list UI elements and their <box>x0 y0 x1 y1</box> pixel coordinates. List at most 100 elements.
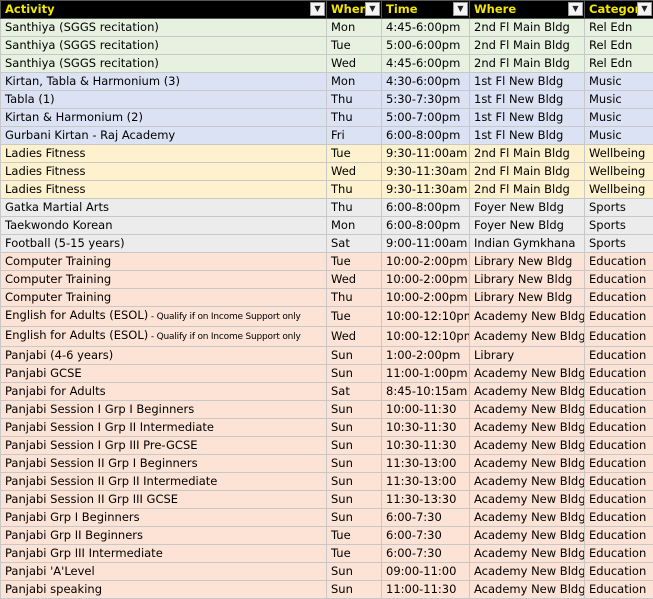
cell-time[interactable]: 10:00-12:10pm <box>382 307 470 327</box>
cell-category[interactable]: Education <box>585 437 653 455</box>
cell-activity[interactable]: Santhiya (SGGS recitation) <box>1 55 327 73</box>
cell-category[interactable]: Education <box>585 347 653 365</box>
cell-activity[interactable]: Taekwondo Korean <box>1 217 327 235</box>
cell-where[interactable]: Library New Bldg <box>470 271 585 289</box>
cell-activity[interactable]: Tabla (1) <box>1 91 327 109</box>
cell-category[interactable]: Education <box>585 271 653 289</box>
header-activity[interactable]: Activity▼ <box>1 1 327 19</box>
cell-category[interactable]: Music <box>585 73 653 91</box>
cell-activity[interactable]: Kirtan, Tabla & Harmonium (3) <box>1 73 327 91</box>
cell-when[interactable]: Sun <box>327 509 382 527</box>
cell-activity[interactable]: Panjabi (4-6 years) <box>1 347 327 365</box>
cell-when[interactable]: Sun <box>327 347 382 365</box>
cell-where[interactable]: 2nd Fl Main Bldg <box>470 37 585 55</box>
cell-activity[interactable]: Santhiya (SGGS recitation) <box>1 37 327 55</box>
cell-where[interactable]: 1st Fl New Bldg <box>470 73 585 91</box>
cell-category[interactable]: Education <box>585 473 653 491</box>
cell-when[interactable]: Fri <box>327 127 382 145</box>
cell-activity[interactable]: Panjabi Session II Grp I Beginners <box>1 455 327 473</box>
cell-category[interactable]: Music <box>585 109 653 127</box>
cell-where[interactable]: 2nd Fl Main Bldg <box>470 145 585 163</box>
cell-activity[interactable]: Santhiya (SGGS recitation) <box>1 19 327 37</box>
cell-where[interactable]: Academy New Bldg <box>470 527 585 545</box>
cell-where[interactable]: 2nd Fl Main Bldg <box>470 181 585 199</box>
header-when[interactable]: When▼ <box>327 1 382 19</box>
cell-where[interactable]: Academy New Bldg <box>470 419 585 437</box>
cell-time[interactable]: 5:00-7:00pm <box>382 109 470 127</box>
filter-dropdown-icon[interactable]: ▼ <box>637 2 652 16</box>
cell-time[interactable]: 6:00-7:30 <box>382 527 470 545</box>
filter-dropdown-icon[interactable]: ▼ <box>310 2 325 16</box>
cell-activity[interactable]: Panjabi 'A'Level <box>1 563 327 581</box>
cell-activity[interactable]: Panjabi Session I Grp II Intermediate <box>1 419 327 437</box>
cell-activity[interactable]: Panjabi Grp I Beginners <box>1 509 327 527</box>
cell-when[interactable]: Mon <box>327 73 382 91</box>
cell-category[interactable]: Sports <box>585 217 653 235</box>
cell-where[interactable]: 1st Fl New Bldg <box>470 109 585 127</box>
cell-category[interactable]: Rel Edn <box>585 55 653 73</box>
header-where[interactable]: Where▼ <box>470 1 585 19</box>
cell-time[interactable]: 9:30-11:00am <box>382 145 470 163</box>
cell-activity[interactable]: English for Adults (ESOL) - Qualify if o… <box>1 327 327 347</box>
cell-activity[interactable]: Ladies Fitness <box>1 163 327 181</box>
cell-category[interactable]: Education <box>585 581 653 599</box>
cell-time[interactable]: 09:00-11:00 <box>382 563 470 581</box>
filter-dropdown-icon[interactable]: ▼ <box>453 2 468 16</box>
cell-where[interactable]: Library <box>470 347 585 365</box>
cell-time[interactable]: 10:00-12:10pm <box>382 327 470 347</box>
cell-activity[interactable]: Panjabi Grp III Intermediate <box>1 545 327 563</box>
cell-when[interactable]: Mon <box>327 19 382 37</box>
cell-time[interactable]: 6:00-8:00pm <box>382 127 470 145</box>
cell-where[interactable]: Academy New Bldg <box>470 581 585 599</box>
cell-when[interactable]: Sun <box>327 419 382 437</box>
cell-category[interactable]: Music <box>585 91 653 109</box>
cell-where[interactable]: Foyer New Bldg <box>470 217 585 235</box>
cell-time[interactable]: 9:30-11:30am <box>382 163 470 181</box>
cell-when[interactable]: Sun <box>327 455 382 473</box>
cell-time[interactable]: 11:00-11:30 <box>382 581 470 599</box>
cell-activity[interactable]: Ladies Fitness <box>1 145 327 163</box>
cell-when[interactable]: Wed <box>327 271 382 289</box>
cell-when[interactable]: Sun <box>327 401 382 419</box>
cell-where[interactable]: Academy New Bldg <box>470 401 585 419</box>
cell-category[interactable]: Sports <box>585 235 653 253</box>
cell-when[interactable]: Thu <box>327 109 382 127</box>
header-category[interactable]: Category▼ <box>585 1 653 19</box>
cell-category[interactable]: Music <box>585 127 653 145</box>
cell-category[interactable]: Wellbeing <box>585 181 653 199</box>
cell-time[interactable]: 6:00-8:00pm <box>382 217 470 235</box>
cell-category[interactable]: Education <box>585 509 653 527</box>
cell-time[interactable]: 9:00-11:00am <box>382 235 470 253</box>
cell-when[interactable]: Tue <box>327 37 382 55</box>
cell-time[interactable]: 10:30-11:30 <box>382 437 470 455</box>
cell-time[interactable]: 6:00-7:30 <box>382 545 470 563</box>
cell-category[interactable]: Education <box>585 327 653 347</box>
cell-when[interactable]: Thu <box>327 91 382 109</box>
cell-category[interactable]: Sports <box>585 199 653 217</box>
cell-where[interactable]: Academy New Bldg <box>470 307 585 327</box>
cell-where[interactable]: Indian Gymkhana <box>470 235 585 253</box>
cell-when[interactable]: Tue <box>327 145 382 163</box>
cell-time[interactable]: 4:30-6:00pm <box>382 73 470 91</box>
cell-when[interactable]: Thu <box>327 289 382 307</box>
cell-activity[interactable]: Panjabi Session II Grp II Intermediate <box>1 473 327 491</box>
cell-activity[interactable]: Panjabi Grp II Beginners <box>1 527 327 545</box>
cell-where[interactable]: 1st Fl New Bldg <box>470 127 585 145</box>
cell-time[interactable]: 11:30-13:00 <box>382 455 470 473</box>
cell-category[interactable]: Education <box>585 401 653 419</box>
cell-time[interactable]: 9:30-11:30am <box>382 181 470 199</box>
cell-when[interactable]: Tue <box>327 527 382 545</box>
cell-where[interactable]: 2nd Fl Main Bldg <box>470 163 585 181</box>
cell-time[interactable]: 10:00-2:00pm <box>382 271 470 289</box>
cell-category[interactable]: Education <box>585 563 653 581</box>
cell-time[interactable]: 10:30-11:30 <box>382 419 470 437</box>
cell-activity[interactable]: Panjabi Session II Grp III GCSE <box>1 491 327 509</box>
cell-time[interactable]: 4:45-6:00pm <box>382 19 470 37</box>
cell-where[interactable]: Academy New Bldg <box>470 365 585 383</box>
cell-where[interactable]: Academy New Bldg <box>470 383 585 401</box>
cell-time[interactable]: 8:45-10:15am <box>382 383 470 401</box>
cell-where[interactable]: Academy New Bldg <box>470 509 585 527</box>
cell-category[interactable]: Wellbeing <box>585 145 653 163</box>
cell-activity[interactable]: Panjabi speaking <box>1 581 327 599</box>
cell-when[interactable]: Thu <box>327 181 382 199</box>
